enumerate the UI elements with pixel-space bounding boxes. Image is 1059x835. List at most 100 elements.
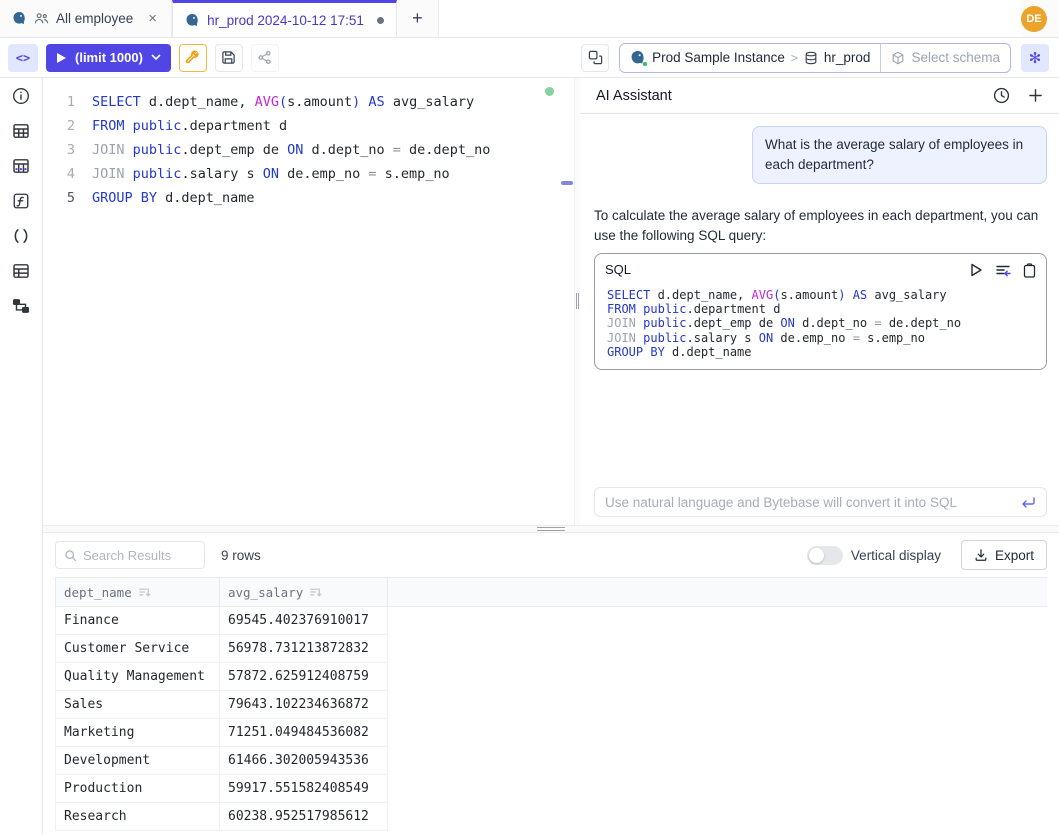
table-cell[interactable]: 57872.625912408759 [220, 663, 388, 691]
schema-table-icon[interactable] [8, 260, 34, 282]
vertical-splitter[interactable] [574, 78, 580, 525]
results-grid-header: dept_nameavg_salary [55, 577, 1047, 607]
postgres-icon [12, 11, 27, 26]
tab-hr-prod[interactable]: hr_prod 2024-10-12 17:51 [172, 0, 397, 37]
new-tab-button[interactable]: + [397, 0, 439, 37]
search-results-input[interactable] [83, 548, 196, 563]
copy-code-icon[interactable] [1023, 263, 1036, 278]
ai-response-text: To calculate the average salary of emplo… [594, 206, 1047, 246]
run-query-button[interactable]: (limit 1000) [46, 44, 171, 72]
ai-assistant-panel: AI Assistant What is the average salary … [580, 78, 1059, 525]
layout-panels-button[interactable] [581, 44, 609, 72]
results-panel: 9 rows Vertical display Export dept_name [43, 533, 1059, 835]
connection-instance-database[interactable]: Prod Sample Instance > hr_prod [620, 44, 880, 72]
schema-selector[interactable]: Select schema [880, 44, 1010, 72]
history-clock-icon[interactable] [993, 87, 1010, 104]
parentheses-icon[interactable] [8, 225, 34, 247]
search-icon [64, 549, 77, 562]
table-cell[interactable]: Finance [55, 607, 220, 635]
ai-assistant-header: AI Assistant [580, 78, 1059, 114]
line-number: 5 [43, 186, 75, 210]
column-header-filler [388, 578, 1047, 606]
vertical-display-toggle[interactable] [807, 546, 843, 565]
database-icon [804, 51, 818, 65]
results-header: 9 rows Vertical display Export [55, 533, 1047, 577]
results-grid: dept_nameavg_salary Finance69545.4023769… [55, 577, 1047, 831]
table-cell[interactable]: Research [55, 803, 220, 831]
database-name: hr_prod [824, 50, 871, 65]
tab-bar-spacer [439, 0, 1021, 37]
sort-icon[interactable] [309, 586, 322, 599]
table-cell[interactable]: 61466.302005943536 [220, 747, 388, 775]
table-row[interactable]: Sales79643.102234636872 [55, 691, 1047, 719]
table-row[interactable]: Development61466.302005943536 [55, 747, 1047, 775]
functions-icon[interactable] [8, 190, 34, 212]
table-row[interactable]: Marketing71251.049484536082 [55, 719, 1047, 747]
code-line: 1SELECT d.dept_name, AVG(s.amount) AS av… [43, 90, 574, 114]
editor-scrollbar-thumb[interactable] [561, 181, 573, 185]
shared-sheet-icon [34, 11, 49, 26]
column-header-dept_name[interactable]: dept_name [55, 578, 220, 606]
sort-icon[interactable] [138, 586, 151, 599]
table-cell[interactable]: Production [55, 775, 220, 803]
table-cell[interactable]: Sales [55, 691, 220, 719]
save-sheet-button[interactable] [215, 44, 243, 72]
line-number: 3 [43, 138, 75, 162]
table-row[interactable]: Production59917.551582408549 [55, 775, 1047, 803]
ai-prompt-inputrow [594, 487, 1047, 517]
tables-icon[interactable] [8, 120, 34, 142]
table-data-icon[interactable] [8, 155, 34, 177]
save-icon [221, 50, 236, 65]
code-panel-toggle-button[interactable]: <> [8, 44, 38, 72]
tab-all-employee[interactable]: All employee × [0, 0, 172, 37]
share-sheet-button[interactable] [251, 44, 279, 72]
chevron-down-icon [151, 54, 161, 61]
run-query-label: (limit 1000) [75, 50, 143, 65]
horizontal-splitter[interactable] [43, 525, 1059, 533]
table-cell[interactable]: Quality Management [55, 663, 220, 691]
editor-lines: 1SELECT d.dept_name, AVG(s.amount) AS av… [43, 90, 574, 210]
table-cell[interactable]: 79643.102234636872 [220, 691, 388, 719]
schema-placeholder: Select schema [911, 50, 1000, 65]
export-button[interactable]: Export [961, 540, 1047, 570]
table-row[interactable]: Research60238.952517985612 [55, 803, 1047, 831]
openai-icon: ✻ [1029, 49, 1042, 67]
table-cell[interactable]: 56978.731213872832 [220, 635, 388, 663]
column-header-avg_salary[interactable]: avg_salary [220, 578, 388, 606]
enter-return-icon[interactable] [1021, 496, 1036, 509]
table-cell[interactable]: 60238.952517985612 [220, 803, 388, 831]
table-row[interactable]: Finance69545.402376910017 [55, 607, 1047, 635]
editor-toolbar: <> (limit 1000) P [0, 38, 1059, 78]
run-code-icon[interactable] [970, 263, 983, 277]
breadcrumb-separator: > [791, 51, 798, 65]
ai-assistant-title: AI Assistant [596, 88, 672, 104]
panels-icon [588, 50, 603, 65]
open-ai-assistant-button[interactable]: ✻ [1021, 44, 1049, 72]
table-cell[interactable]: Customer Service [55, 635, 220, 663]
ai-prompt-input[interactable] [605, 495, 1021, 510]
insert-into-editor-icon[interactable] [995, 263, 1011, 277]
table-cell[interactable]: Marketing [55, 719, 220, 747]
splitter-grip-icon [537, 527, 565, 531]
close-icon[interactable]: × [146, 10, 159, 27]
line-number: 2 [43, 114, 75, 138]
download-icon [974, 548, 988, 562]
table-cell[interactable]: 59917.551582408549 [220, 775, 388, 803]
sql-code-editor[interactable]: 1SELECT d.dept_name, AVG(s.amount) AS av… [43, 78, 574, 525]
format-sql-button[interactable] [179, 44, 207, 72]
code-language-label: SQL [605, 260, 631, 280]
tab-label: hr_prod 2024-10-12 17:51 [207, 13, 364, 28]
postgres-icon [630, 50, 646, 66]
table-cell[interactable]: Development [55, 747, 220, 775]
info-icon[interactable] [8, 85, 34, 107]
table-row[interactable]: Customer Service56978.731213872832 [55, 635, 1047, 663]
user-avatar[interactable]: DE [1021, 6, 1047, 32]
new-chat-plus-icon[interactable] [1028, 88, 1043, 103]
table-cell[interactable]: 69545.402376910017 [220, 607, 388, 635]
table-row[interactable]: Quality Management57872.625912408759 [55, 663, 1047, 691]
connection-status-dot [642, 61, 648, 67]
table-cell[interactable]: 71251.049484536082 [220, 719, 388, 747]
schema-diagram-icon[interactable] [8, 295, 34, 317]
main-body: 1SELECT d.dept_name, AVG(s.amount) AS av… [0, 78, 1059, 835]
share-icon [257, 50, 272, 65]
